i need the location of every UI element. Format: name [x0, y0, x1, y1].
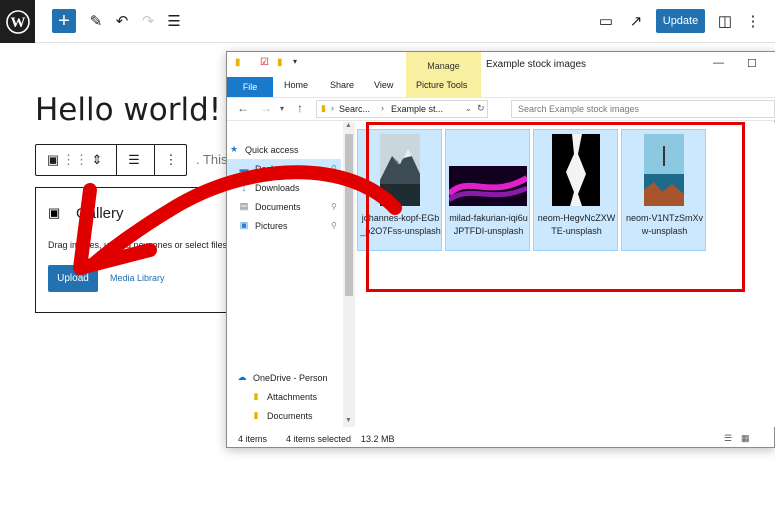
annotation-arrow: [73, 165, 402, 275]
